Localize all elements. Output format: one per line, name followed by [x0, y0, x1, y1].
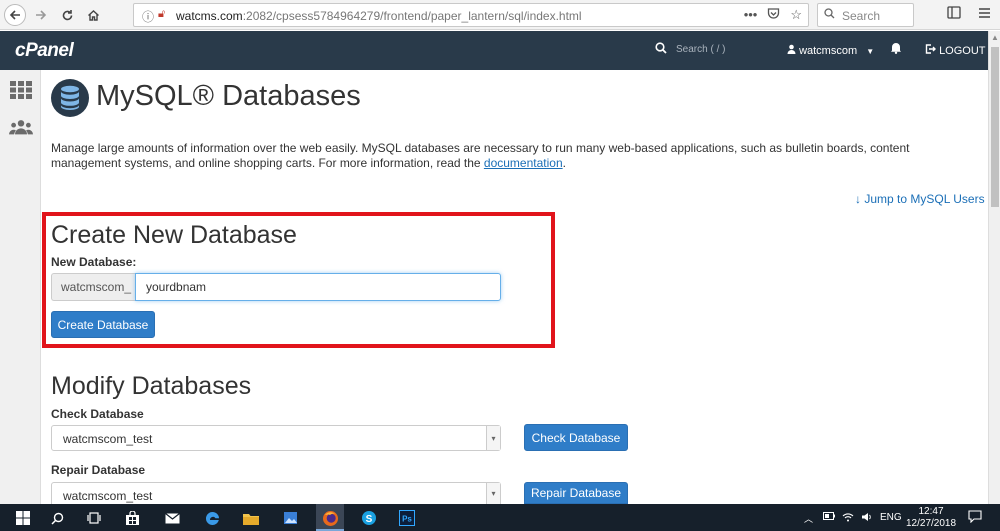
notifications-bell-icon[interactable] — [890, 41, 902, 57]
reload-button[interactable] — [56, 4, 78, 26]
clock-time: 12:47 — [918, 506, 944, 517]
home-icon — [87, 9, 99, 21]
clock-date: 12/27/2018 — [906, 518, 957, 529]
arrow-down-icon: ↓ — [855, 192, 861, 206]
page-description: Manage large amounts of information over… — [51, 141, 971, 170]
grid-home-icon[interactable] — [9, 78, 33, 102]
wifi-icon[interactable] — [842, 512, 854, 525]
user-menu[interactable]: watcmscom ▼ — [787, 44, 874, 57]
check-database-label: Check Database — [51, 407, 144, 421]
language-indicator[interactable]: ENG — [880, 512, 902, 523]
arrow-left-icon — [9, 10, 20, 20]
pocket-icon[interactable] — [767, 7, 780, 23]
battery-icon[interactable] — [823, 512, 835, 523]
file-explorer-icon[interactable] — [242, 509, 260, 527]
repair-database-select[interactable]: watcmscom_test ▾ — [51, 482, 501, 504]
chevron-down-icon: ▾ — [486, 483, 500, 504]
new-database-input[interactable] — [135, 273, 501, 301]
insecure-lock-icon[interactable]: 🔓︎ — [158, 8, 165, 21]
url-path: :2082/cpsess5784964279/frontend/paper_la… — [242, 9, 582, 23]
create-database-button[interactable]: Create Database — [51, 311, 155, 338]
windows-start-icon[interactable] — [14, 509, 32, 527]
cpanel-header: cPanel Search ( / ) watcmscom ▼ LOGOUT — [0, 31, 988, 70]
chevron-down-icon: ▾ — [486, 426, 500, 450]
firefox-icon[interactable] — [321, 509, 339, 527]
cpanel-logo[interactable]: cPanel — [15, 40, 74, 62]
logout-label: LOGOUT — [939, 45, 986, 57]
caret-down-icon: ▼ — [866, 47, 875, 56]
left-sidebar — [0, 70, 41, 504]
check-database-value: watcmscom_test — [63, 432, 153, 446]
create-database-heading: Create New Database — [51, 221, 297, 249]
forward-button[interactable] — [30, 4, 52, 26]
photoshop-icon[interactable]: Ps — [398, 509, 416, 527]
mail-icon[interactable] — [163, 509, 181, 527]
back-button[interactable] — [4, 4, 26, 26]
cpanel-search-input[interactable]: Search ( / ) — [676, 44, 725, 55]
url-text: watcms.com:2082/cpsess5784964279/fronten… — [176, 9, 582, 23]
arrow-right-icon — [36, 10, 47, 20]
volume-icon[interactable] — [861, 512, 873, 525]
jump-link-label: Jump to MySQL Users — [864, 192, 985, 206]
repair-database-label: Repair Database — [51, 463, 146, 477]
taskbar-clock[interactable]: 12:47 12/27/2018 — [906, 506, 956, 530]
address-bar[interactable]: ⓘ 🔓︎ watcms.com:2082/cpsess5784964279/fr… — [133, 3, 809, 27]
database-prefix: watcmscom_ — [51, 273, 136, 301]
reload-icon — [62, 9, 72, 20]
jump-to-mysql-users-link[interactable]: ↓ Jump to MySQL Users — [855, 192, 985, 206]
mysql-database-icon — [51, 79, 89, 117]
modify-databases-heading: Modify Databases — [51, 372, 252, 400]
notifications-icon[interactable] — [968, 510, 982, 526]
svg-text:Ps: Ps — [402, 515, 412, 524]
page-scrollbar[interactable]: ▲ — [988, 31, 1000, 504]
page-actions-icon[interactable]: ••• — [744, 7, 758, 23]
info-icon[interactable]: ⓘ — [142, 8, 154, 25]
home-button[interactable] — [82, 4, 104, 26]
taskbar-search-icon[interactable] — [48, 509, 66, 527]
users-icon[interactable] — [9, 115, 33, 139]
svg-text:S: S — [366, 514, 373, 525]
description-text: Manage large amounts of information over… — [51, 141, 910, 170]
bookmark-star-icon[interactable]: ☆ — [790, 7, 802, 23]
scroll-up-arrow-icon[interactable]: ▲ — [991, 33, 999, 42]
documentation-link[interactable]: documentation — [484, 156, 563, 170]
skype-icon[interactable]: S — [360, 509, 378, 527]
search-icon[interactable] — [655, 42, 667, 57]
browser-search-placeholder: Search — [842, 9, 881, 23]
check-database-button[interactable]: Check Database — [524, 424, 628, 451]
username: watcmscom — [799, 45, 858, 57]
repair-database-button[interactable]: Repair Database — [524, 482, 628, 504]
scroll-thumb[interactable] — [991, 47, 999, 207]
edge-browser-icon[interactable] — [203, 509, 221, 527]
windows-taskbar: S Ps ︿ ENG 12:47 12/27/2018 — [0, 504, 1000, 531]
check-database-select[interactable]: watcmscom_test ▾ — [51, 425, 501, 451]
page-title: MySQL® Databases — [96, 80, 361, 112]
logout-icon — [925, 44, 939, 57]
sidebar-toggle-icon[interactable] — [947, 6, 961, 22]
description-suffix: . — [562, 155, 566, 170]
browser-toolbar: ⓘ 🔓︎ watcms.com:2082/cpsess5784964279/fr… — [0, 0, 1000, 30]
task-view-icon[interactable] — [85, 509, 103, 527]
repair-database-value: watcmscom_test — [63, 489, 153, 503]
new-database-label: New Database: — [51, 255, 137, 269]
url-host: watcms.com — [176, 9, 243, 23]
photos-app-icon[interactable] — [281, 509, 299, 527]
logout-button[interactable]: LOGOUT — [925, 44, 986, 57]
show-hidden-icons-chevron-icon[interactable]: ︿ — [804, 512, 813, 525]
browser-search-input[interactable]: Search — [817, 3, 914, 27]
user-icon — [787, 44, 799, 57]
search-icon — [824, 8, 835, 22]
hamburger-menu-icon[interactable] — [978, 6, 991, 22]
store-icon[interactable] — [123, 509, 141, 527]
